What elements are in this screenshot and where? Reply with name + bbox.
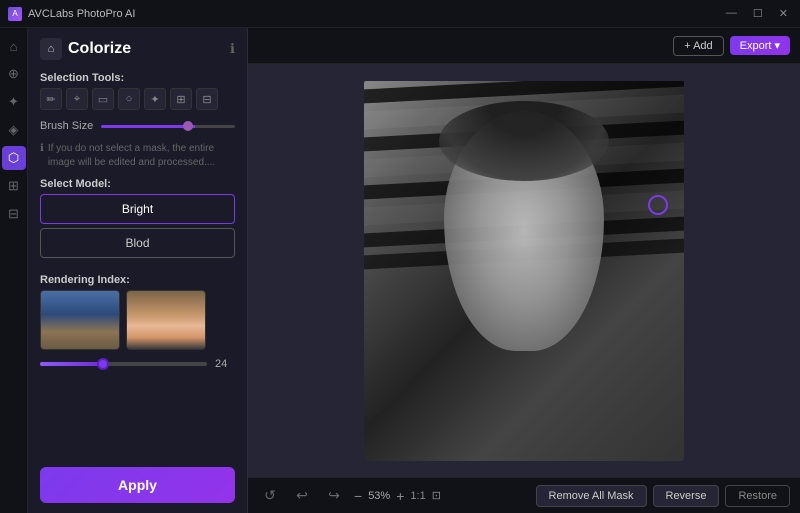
zoom-out-button[interactable]: −: [354, 488, 362, 504]
model-section: Select Model: Bright Blod: [40, 178, 235, 262]
redo-tool-button[interactable]: ↪: [322, 484, 346, 508]
add-button[interactable]: + Add: [673, 36, 723, 56]
eraser-tool[interactable]: ⊟: [196, 88, 218, 110]
app-icon: A: [8, 7, 22, 21]
model-bright-button[interactable]: Bright: [40, 194, 235, 224]
selection-tools-section: Selection Tools: ✏ ⌖ ▭ ○ ✦ ⊞ ⊟: [40, 72, 235, 110]
rail-filter-icon[interactable]: ◈: [2, 118, 26, 142]
brush-tool[interactable]: ⊞: [170, 88, 192, 110]
canvas-main[interactable]: [248, 64, 800, 477]
circle-tool[interactable]: ○: [118, 88, 140, 110]
export-label: Export: [740, 40, 772, 52]
magic-tool[interactable]: ✦: [144, 88, 166, 110]
model-label: Select Model:: [40, 178, 235, 190]
tools-row: ✏ ⌖ ▭ ○ ✦ ⊞ ⊟: [40, 88, 235, 110]
brush-thumb: [183, 121, 193, 131]
brush-size-slider[interactable]: [101, 125, 235, 128]
header-right-btns: + Add Export ▾: [673, 36, 790, 56]
reverse-button[interactable]: Reverse: [653, 485, 720, 507]
restore-button[interactable]: Restore: [725, 485, 790, 507]
zoom-value: 53%: [368, 490, 390, 502]
home-button[interactable]: ⌂: [40, 38, 62, 60]
brush-size-label: Brush Size: [40, 120, 93, 132]
icon-rail: ⌂ ⊕ ✦ ◈ ⬡ ⊞ ⊟: [0, 28, 28, 513]
bottom-right-buttons: Remove All Mask Reverse Restore: [536, 485, 790, 507]
remove-all-mask-button[interactable]: Remove All Mask: [536, 485, 647, 507]
model-blod-button[interactable]: Blod: [40, 228, 235, 258]
rendering-value: 24: [215, 358, 235, 370]
minimize-button[interactable]: —: [722, 7, 741, 20]
close-button[interactable]: ✕: [775, 7, 792, 20]
title-bar: A AVCLabs PhotoPro AI — ☐ ✕: [0, 0, 800, 28]
hint-icon: ℹ: [40, 142, 44, 156]
zoom-in-button[interactable]: +: [396, 488, 404, 504]
hint-text-block: ℹ If you do not select a mask, the entir…: [40, 142, 235, 170]
photo-background: [364, 81, 684, 461]
photo-frame: [364, 81, 684, 461]
info-icon[interactable]: ℹ: [230, 41, 235, 57]
bottom-toolbar: ↺ ↩ ↪ − 53% + 1:1 ⊡ Remove All Mask Reve…: [248, 477, 800, 513]
rect-tool[interactable]: ▭: [92, 88, 114, 110]
hair-element: [439, 101, 609, 181]
app-body: ⌂ ⊕ ✦ ◈ ⬡ ⊞ ⊟ ⌂ Colorize ℹ Selection Too…: [0, 28, 800, 513]
panel-title: Colorize: [68, 40, 131, 58]
left-panel: ⌂ Colorize ℹ Selection Tools: ✏ ⌖ ▭ ○ ✦ …: [28, 28, 248, 513]
photo-container: [364, 81, 684, 461]
app-name: AVCLabs PhotoPro AI: [28, 8, 135, 20]
export-button[interactable]: Export ▾: [730, 36, 790, 55]
thumbnail-person[interactable]: [126, 290, 206, 350]
canvas-header: + Add Export ▾: [248, 28, 800, 64]
export-chevron-icon: ▾: [774, 39, 780, 52]
zoom-controls: − 53% + 1:1 ⊡: [354, 488, 441, 504]
rendering-thumb: [97, 358, 109, 370]
rail-cursor-icon[interactable]: ⊕: [2, 62, 26, 86]
rail-adjust-icon[interactable]: ✦: [2, 90, 26, 114]
thumbnails-row: [40, 290, 235, 350]
rail-settings-icon[interactable]: ⊟: [2, 202, 26, 226]
undo-tool-button[interactable]: ↩: [290, 484, 314, 508]
rail-home-icon[interactable]: ⌂: [2, 34, 26, 58]
thumbnail-mountain[interactable]: [40, 290, 120, 350]
apply-button[interactable]: Apply: [40, 467, 235, 503]
rendering-label: Rendering Index:: [40, 274, 235, 286]
cursor-circle: [648, 195, 668, 215]
window-controls[interactable]: — ☐ ✕: [722, 7, 792, 20]
title-bar-left: A AVCLabs PhotoPro AI: [8, 7, 135, 21]
lasso-tool[interactable]: ⌖: [66, 88, 88, 110]
rendering-index-slider[interactable]: [40, 362, 207, 366]
pen-tool[interactable]: ✏: [40, 88, 62, 110]
rendering-slider-row: 24: [40, 358, 235, 370]
rail-layers-icon[interactable]: ⊞: [2, 174, 26, 198]
zoom-preset-button[interactable]: 1:1: [410, 490, 425, 502]
maximize-button[interactable]: ☐: [749, 7, 767, 20]
rail-colorize-icon[interactable]: ⬡: [2, 146, 26, 170]
zoom-fit-button[interactable]: ⊡: [432, 489, 441, 502]
selection-tools-label: Selection Tools:: [40, 72, 235, 84]
brush-size-row: Brush Size: [40, 120, 235, 132]
title-area: ⌂ Colorize: [40, 38, 131, 60]
canvas-area: + Add Export ▾: [248, 28, 800, 513]
rendering-section: Rendering Index: 24: [40, 274, 235, 370]
hint-text: If you do not select a mask, the entire …: [48, 142, 235, 170]
panel-header: ⌂ Colorize ℹ: [40, 38, 235, 60]
refresh-tool-button[interactable]: ↺: [258, 484, 282, 508]
